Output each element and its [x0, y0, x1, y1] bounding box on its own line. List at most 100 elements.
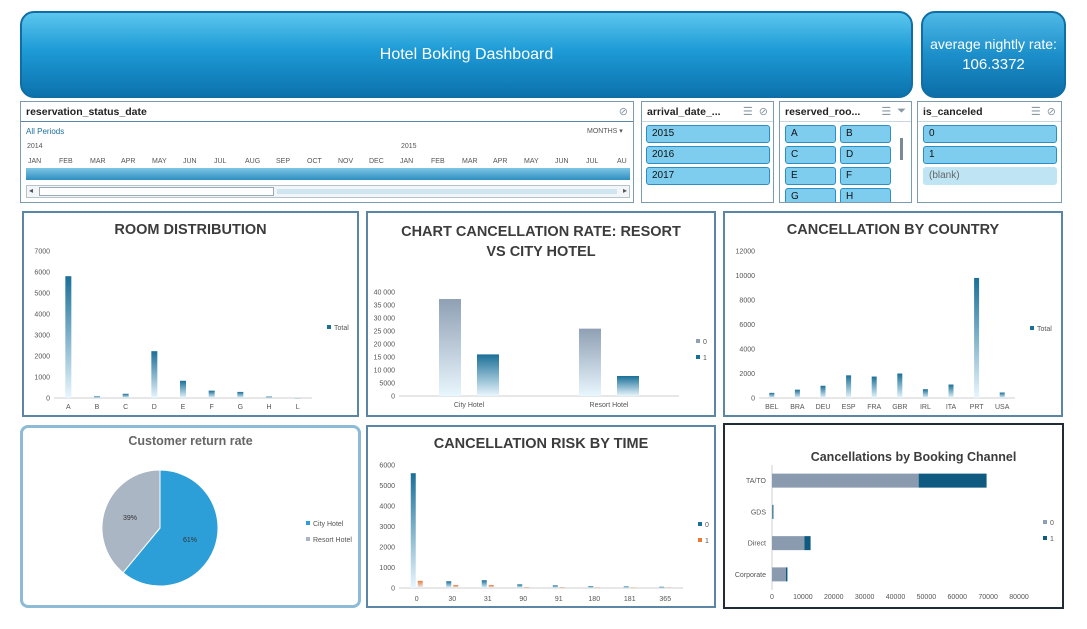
canceled-item-blank[interactable]: (blank)	[923, 167, 1057, 185]
y-tick-label: 2000	[34, 354, 50, 361]
room-item-g[interactable]: G	[785, 188, 836, 202]
x-tick-label: E	[181, 404, 186, 411]
multi-select-icon[interactable]: ☰	[1031, 105, 1041, 118]
page-title: Hotel Boking Dashboard	[379, 45, 554, 63]
timeline-month-label[interactable]: AUG	[245, 158, 260, 165]
bar-Total-A	[65, 276, 72, 398]
arrival-item-2015[interactable]: 2015	[646, 125, 770, 143]
multi-select-icon[interactable]: ☰	[743, 105, 753, 118]
timeline-month-label[interactable]: JAN	[400, 158, 413, 165]
x-tick-label: F	[210, 404, 214, 411]
x-tick-label: IRL	[920, 404, 931, 411]
timeline-scroll-thumb[interactable]	[39, 187, 274, 196]
timeline-month-label[interactable]: JUN	[555, 158, 569, 165]
bar-0-0	[410, 473, 416, 588]
timeline-month-label[interactable]: MAR	[90, 158, 106, 165]
scroll-left-icon[interactable]: ◂	[29, 186, 33, 195]
x-tick-label: 20000	[824, 594, 844, 601]
pie-slice-label: 39%	[123, 515, 137, 522]
timeline-month-label[interactable]: NOV	[338, 158, 353, 165]
y-tick-label: 0	[391, 394, 395, 401]
timeline-granularity-dropdown[interactable]: MONTHS ▾	[587, 127, 623, 135]
x-tick-label: ESP	[842, 404, 856, 411]
timeline-month-label[interactable]: JUL	[586, 158, 598, 165]
timeline-month-label[interactable]: MAY	[152, 158, 167, 165]
room-item-a[interactable]: A	[785, 125, 836, 143]
arrival-date-slicer[interactable]: arrival_date_... ☰ ⊘ 2015 2016 2017	[641, 101, 774, 203]
timeline-month-label[interactable]: APR	[121, 158, 135, 165]
room-item-b[interactable]: B	[840, 125, 891, 143]
timeline-month-label[interactable]: DEC	[369, 158, 384, 165]
y-tick-label: 2000	[379, 545, 395, 552]
room-distribution-chart: 0 1000 2000 3000 4000 5000 6000 7000 A B C D E F G H L To…	[34, 249, 349, 412]
timeline-month-label[interactable]: JUN	[183, 158, 197, 165]
y-tick-label: 15 000	[374, 355, 396, 362]
timeline-month-label[interactable]: MAR	[462, 158, 478, 165]
x-tick-label: FRA	[867, 404, 881, 411]
reserved-room-slicer[interactable]: reserved_roo... ☰ ⏷ A B C D E F G H	[779, 101, 912, 203]
timeline-month-label[interactable]: MAY	[524, 158, 539, 165]
bar-Total-IRL	[922, 389, 928, 398]
clear-filter-icon[interactable]: ⊘	[619, 105, 628, 118]
bar-0-Direct	[772, 536, 805, 551]
bar-0-Corporate	[772, 567, 786, 582]
x-tick-label: 365	[659, 596, 671, 603]
bar-1-30	[453, 584, 459, 588]
canceled-item-0[interactable]: 0	[923, 125, 1057, 143]
timeline-month-label[interactable]: JUL	[214, 158, 226, 165]
legend-swatch	[1043, 536, 1047, 540]
slicer-scrollbar[interactable]	[900, 138, 903, 160]
clear-filter-icon[interactable]: ⊘	[759, 105, 768, 118]
filter-icon[interactable]: ⏷	[897, 105, 906, 118]
x-tick-label: 90	[519, 596, 527, 603]
cancellation-rate-chart: 0 5000 10 000 15 000 20 000 25 000 30 000 35 00…	[374, 290, 707, 410]
timeline-month-label[interactable]: APR	[493, 158, 507, 165]
timeline-field-label: reservation_status_date	[26, 105, 147, 118]
legend-swatch	[327, 325, 331, 329]
bar-1-TA/TO	[918, 473, 987, 488]
timeline-month-label[interactable]: AU	[617, 158, 627, 165]
timeline-month-label[interactable]: JAN	[28, 158, 41, 165]
x-tick-label: A	[66, 404, 71, 411]
room-item-d[interactable]: D	[840, 146, 891, 164]
multi-select-icon[interactable]: ☰	[881, 105, 891, 118]
timeline-selection-bar[interactable]	[26, 168, 630, 180]
bar-1-365	[666, 587, 672, 589]
x-tick-label: Resort Hotel	[590, 402, 629, 409]
arrival-item-2016[interactable]: 2016	[646, 146, 770, 164]
legend-label: 0	[705, 522, 709, 529]
is-canceled-slicer[interactable]: is_canceled ☰ ⊘ 0 1 (blank)	[917, 101, 1062, 203]
room-item-c[interactable]: C	[785, 146, 836, 164]
timeline-month-label[interactable]: FEB	[431, 158, 445, 165]
x-tick-label: 60000	[948, 594, 968, 601]
canceled-item-1[interactable]: 1	[923, 146, 1057, 164]
clear-filter-icon[interactable]: ⊘	[1047, 105, 1056, 118]
bar-1-City Hotel	[477, 354, 499, 396]
bar-Total-H	[266, 396, 272, 398]
y-tick-label: 1000	[34, 375, 50, 382]
bar-Total-BRA	[794, 389, 800, 398]
timeline-scrollbar[interactable]: ◂ ▸	[26, 185, 630, 198]
bar-Total-DEU	[820, 385, 826, 398]
arrival-item-2017[interactable]: 2017	[646, 167, 770, 185]
bar-Total-D	[151, 351, 158, 398]
y-tick-label: 8000	[739, 298, 755, 305]
y-tick-label: 3000	[379, 524, 395, 531]
bar-1-0	[417, 580, 423, 588]
room-item-f[interactable]: F	[840, 167, 891, 185]
room-item-e[interactable]: E	[785, 167, 836, 185]
y-tick-label: 5000	[379, 483, 395, 490]
timeline-month-label[interactable]: FEB	[59, 158, 73, 165]
timeline-year-2015: 2015	[401, 143, 417, 150]
booking-channel-panel: Cancellations by Booking Channel 0 10000 2…	[723, 423, 1064, 609]
legend-label: 1	[705, 538, 709, 545]
canceled-slicer-title: is_canceled	[923, 105, 983, 118]
reservation-date-timeline[interactable]: reservation_status_date ⊘ All Periods MO…	[20, 101, 634, 203]
y-tick-label: 1000	[379, 565, 395, 572]
timeline-month-label[interactable]: OCT	[307, 158, 322, 165]
room-item-h[interactable]: H	[840, 188, 891, 202]
timeline-month-label[interactable]: SEP	[276, 158, 290, 165]
bar-Total-PRT	[974, 277, 980, 398]
y-tick-label: GDS	[751, 509, 767, 516]
scroll-right-icon[interactable]: ▸	[623, 186, 627, 195]
